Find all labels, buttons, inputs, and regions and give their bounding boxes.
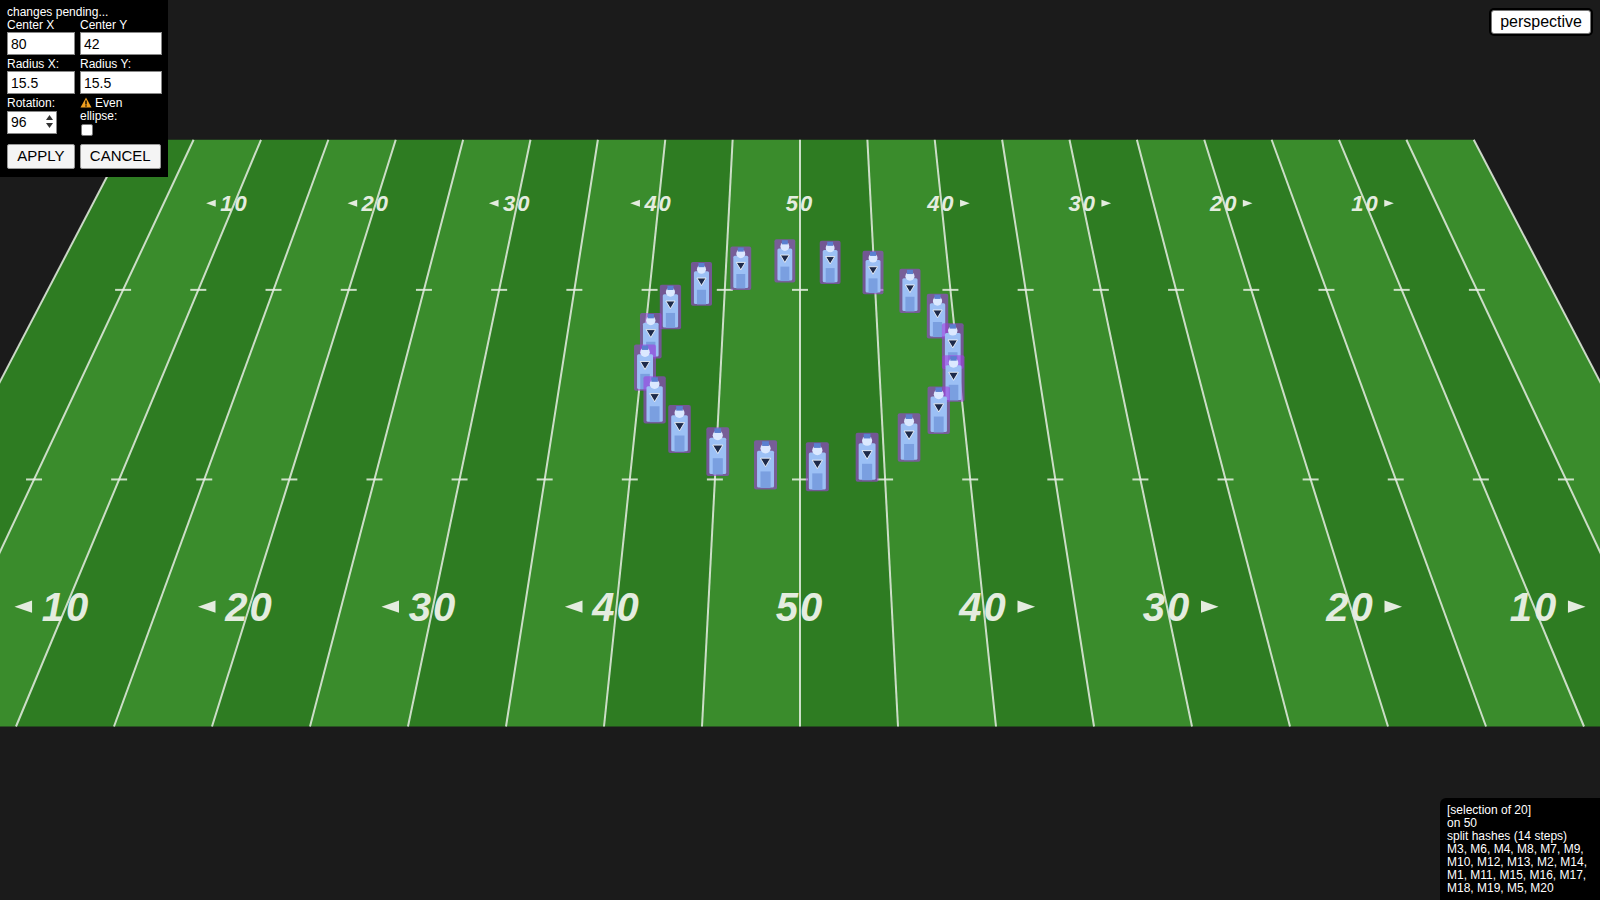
- field-grid: Center X Center Y Radius X: Radius Y: Rotati…: [7, 19, 161, 136]
- direction-arrow-icon: [347, 200, 357, 207]
- yard-number: 20: [1209, 191, 1238, 216]
- yard-number: 20: [1325, 585, 1375, 629]
- marcher[interactable]: [754, 440, 777, 489]
- direction-arrow-icon: [1017, 601, 1035, 613]
- yard-number: 30: [409, 585, 458, 629]
- field-cell: Rotation:: [7, 97, 75, 136]
- apply-button[interactable]: APPLY: [7, 144, 75, 169]
- marcher[interactable]: [899, 269, 920, 313]
- field-label: Radius X:: [7, 58, 75, 71]
- field-label: Radius Y:: [80, 58, 162, 71]
- field-cell: Radius Y:: [80, 58, 162, 94]
- yard-number: 50: [776, 585, 825, 629]
- even-ellipse-cell: Even ellipse:: [80, 97, 162, 136]
- yard-number: 50: [786, 191, 814, 216]
- direction-arrow-icon: [1243, 200, 1253, 207]
- yard-number: 40: [958, 585, 1008, 629]
- field-label: Rotation:: [7, 97, 75, 110]
- marcher[interactable]: [706, 427, 729, 476]
- direction-arrow-icon: [206, 200, 216, 207]
- direction-arrow-icon: [1201, 601, 1219, 613]
- perspective-button[interactable]: perspective: [1491, 10, 1591, 34]
- direction-arrow-icon: [489, 200, 499, 207]
- yard-number: 10: [42, 585, 91, 629]
- yard-number: 20: [361, 191, 390, 216]
- info-line: split hashes (14 steps): [1447, 830, 1593, 843]
- drill-view: 10 20 30 40 50 40 30 20 10 10 20 30 40 50 40 30 20 10 chan…: [0, 0, 1600, 900]
- spinner-icon[interactable]: [45, 114, 54, 129]
- field-cell: Center X: [7, 19, 75, 55]
- info-line: [selection of 20]: [1447, 804, 1593, 817]
- info-line: on 50: [1447, 817, 1593, 830]
- info-line: M3, M6, M4, M8, M7, M9, M10, M12, M13, M…: [1447, 843, 1593, 895]
- marcher[interactable]: [806, 442, 829, 491]
- yard-number: 30: [1069, 191, 1097, 216]
- direction-arrow-icon: [1101, 200, 1111, 207]
- status-text: changes pending...: [7, 5, 161, 19]
- marcher[interactable]: [643, 376, 665, 423]
- rotation-input[interactable]: [7, 111, 57, 134]
- marcher[interactable]: [928, 386, 950, 434]
- field-label: Center Y: [80, 19, 162, 32]
- yard-number: 10: [1351, 191, 1379, 216]
- yard-number: 10: [220, 191, 248, 216]
- number-input[interactable]: [7, 71, 75, 94]
- marcher[interactable]: [668, 405, 691, 453]
- direction-arrow-icon: [1384, 601, 1402, 613]
- marcher[interactable]: [774, 239, 795, 282]
- direction-arrow-icon: [1568, 601, 1586, 613]
- marcher[interactable]: [691, 262, 712, 306]
- yard-number: 40: [926, 191, 955, 216]
- field-cell: Center Y: [80, 19, 162, 55]
- direction-arrow-icon: [14, 601, 32, 613]
- marcher[interactable]: [856, 433, 879, 482]
- marcher[interactable]: [863, 251, 884, 295]
- marcher[interactable]: [660, 285, 681, 330]
- warning-icon: [80, 97, 92, 108]
- number-input[interactable]: [7, 32, 75, 55]
- yard-number: 40: [643, 191, 672, 216]
- direction-arrow-icon: [1384, 200, 1394, 207]
- direction-arrow-icon: [630, 200, 640, 207]
- marcher[interactable]: [898, 413, 921, 461]
- football-field[interactable]: 10 20 30 40 50 40 30 20 10 10 20 30 40 50 40 30 20 10: [0, 0, 1600, 900]
- direction-arrow-icon: [960, 200, 970, 207]
- field-cell: Radius X:: [7, 58, 75, 94]
- number-input[interactable]: [80, 71, 162, 94]
- shape-editor-panel: changes pending...Center X Center Y Radius…: [0, 0, 168, 177]
- direction-arrow-icon: [198, 601, 216, 613]
- rotation-input-wrap: [7, 110, 57, 133]
- even-ellipse-label: Even ellipse:: [80, 97, 138, 123]
- button-row: APPLYCANCEL: [7, 144, 161, 169]
- field-label: Center X: [7, 19, 75, 32]
- direction-arrow-icon: [565, 601, 583, 613]
- yard-number: 30: [1143, 585, 1192, 629]
- yard-number: 20: [224, 585, 274, 629]
- cancel-button[interactable]: CANCEL: [80, 144, 161, 169]
- number-input[interactable]: [80, 32, 162, 55]
- marcher[interactable]: [820, 241, 841, 284]
- yard-number: 40: [591, 585, 641, 629]
- yard-number: 10: [1510, 585, 1559, 629]
- yard-number: 30: [503, 191, 531, 216]
- even-ellipse-checkbox[interactable]: [81, 124, 93, 136]
- selection-info: [selection of 20]on 50split hashes (14 s…: [1440, 798, 1600, 900]
- direction-arrow-icon: [381, 601, 399, 613]
- marcher[interactable]: [730, 246, 751, 289]
